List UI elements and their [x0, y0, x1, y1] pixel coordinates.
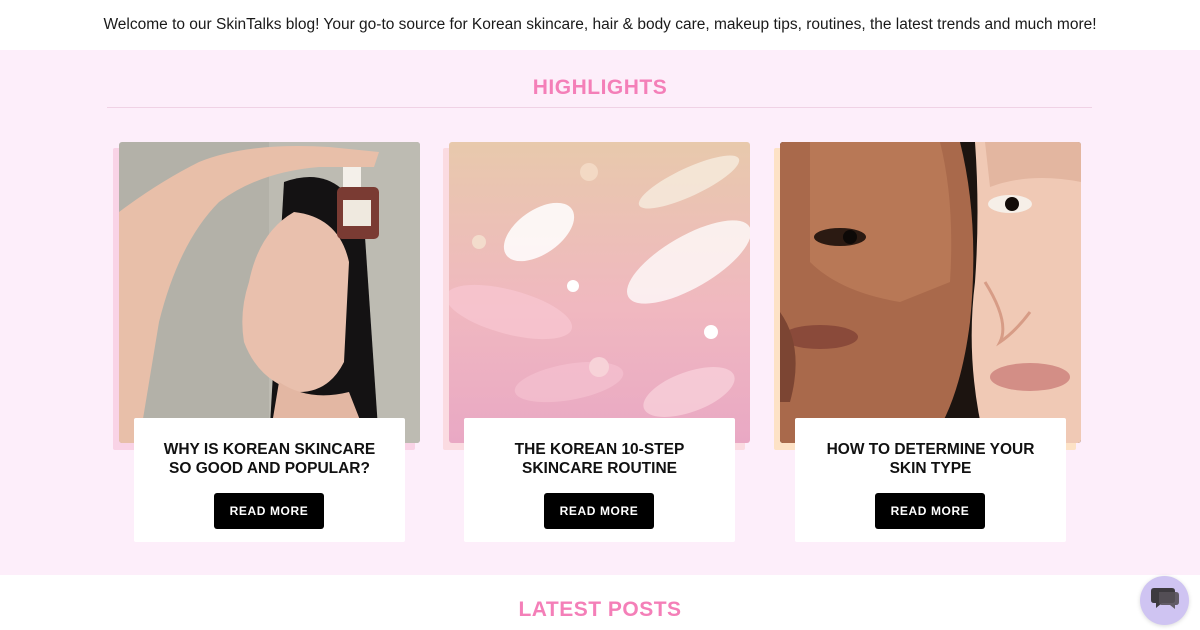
card-image-two-faces[interactable]	[780, 142, 1081, 443]
card-panel: WHY IS KOREAN SKINCARE SO GOOD AND POPUL…	[134, 418, 405, 542]
card-panel: HOW TO DETERMINE YOUR SKIN TYPE READ MOR…	[795, 418, 1066, 542]
card-panel: THE KOREAN 10-STEP SKINCARE ROUTINE READ…	[464, 418, 735, 542]
chat-bubbles-icon	[1150, 585, 1180, 616]
highlights-section: HIGHLIGHTS WHY IS KOREAN SKINCARE SO GOO…	[0, 50, 1200, 575]
card-title[interactable]: HOW TO DETERMINE YOUR SKIN TYPE	[805, 440, 1056, 478]
read-more-button[interactable]: READ MORE	[544, 493, 654, 529]
divider	[107, 107, 1092, 108]
highlights-heading: HIGHLIGHTS	[532, 76, 668, 99]
card-title[interactable]: THE KOREAN 10-STEP SKINCARE ROUTINE	[474, 440, 725, 478]
card-title-line-1: THE KOREAN 10-STEP	[514, 441, 685, 458]
card-image-woman-serum[interactable]	[119, 142, 420, 443]
highlight-card-3: HOW TO DETERMINE YOUR SKIN TYPE READ MOR…	[774, 142, 1082, 544]
highlight-card-2: THE KOREAN 10-STEP SKINCARE ROUTINE READ…	[443, 142, 751, 544]
latest-posts-heading: LATEST POSTS	[518, 598, 682, 621]
intro-text: Welcome to our SkinTalks blog! Your go-t…	[103, 16, 1097, 33]
card-title-line-1: WHY IS KOREAN SKINCARE	[163, 441, 376, 458]
chat-widget-button[interactable]	[1140, 576, 1189, 625]
highlight-card-1: WHY IS KOREAN SKINCARE SO GOOD AND POPUL…	[113, 142, 421, 544]
card-title-line-1: HOW TO DETERMINE YOUR	[826, 441, 1035, 458]
read-more-button[interactable]: READ MORE	[875, 493, 985, 529]
card-image-skincare-swatches[interactable]	[449, 142, 750, 443]
card-title-line-2: SKIN TYPE	[889, 460, 972, 477]
card-title[interactable]: WHY IS KOREAN SKINCARE SO GOOD AND POPUL…	[144, 440, 395, 478]
read-more-button[interactable]: READ MORE	[214, 493, 324, 529]
card-title-line-2: SKINCARE ROUTINE	[521, 460, 677, 477]
card-title-line-2: SO GOOD AND POPULAR?	[169, 460, 370, 477]
